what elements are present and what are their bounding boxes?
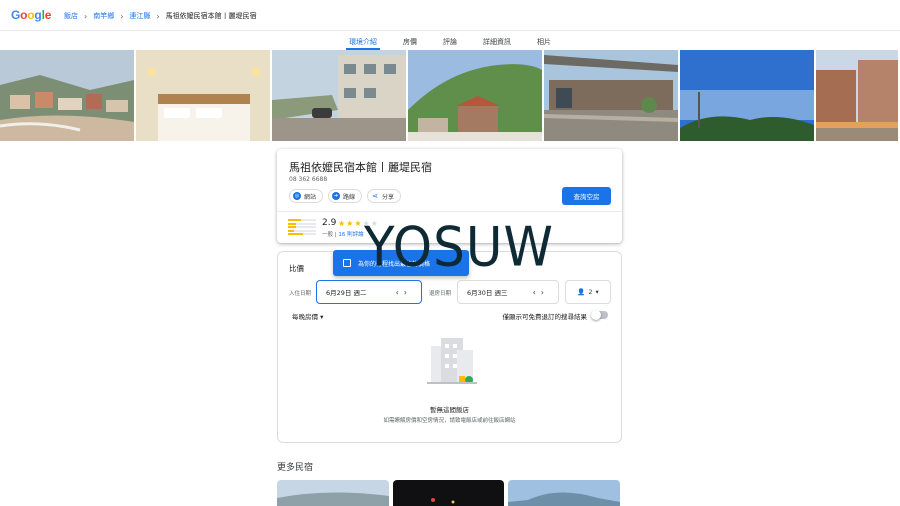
directions-label: 路線 xyxy=(343,193,356,201)
breadcrumb-township[interactable]: 南竿鄉 xyxy=(93,11,114,21)
chevron-right-icon: › xyxy=(84,11,88,21)
sort-label: 每晚房價 xyxy=(292,313,318,321)
breadcrumb-county[interactable]: 連江縣 xyxy=(129,11,150,21)
website-label: 網站 xyxy=(304,193,317,201)
more-section-title: 更多民宿 xyxy=(277,463,314,473)
checkin-value: 6月29日 週二 xyxy=(326,289,367,297)
directions-icon: ➔ xyxy=(332,192,341,200)
guest-count-selector[interactable]: 👤 2 ▾ xyxy=(565,280,611,304)
tab-prices[interactable]: 房價 xyxy=(390,31,430,50)
rating-distribution xyxy=(288,219,316,237)
tab-photos[interactable]: 相片 xyxy=(524,31,564,50)
rating-bar xyxy=(288,222,316,225)
star-icon: ★ xyxy=(338,219,347,228)
more-hotels-strip xyxy=(277,480,621,506)
website-button[interactable]: ◎ 網站 xyxy=(289,189,324,203)
share-label: 分享 xyxy=(382,193,395,201)
empty-subtitle: 如需瞭解房價和空房情況，請致電飯店或前往飯店網站 xyxy=(383,418,516,424)
tab-reviews[interactable]: 評論 xyxy=(430,31,470,50)
share-icon: ⋖ xyxy=(372,192,378,200)
checkout-label: 退房日期 xyxy=(429,291,452,297)
rating-bar-fill xyxy=(288,226,297,228)
date-nav-arrows-icon[interactable]: ‹› xyxy=(396,288,412,297)
breadcrumb-current: 馬祖依嬤民宿本館丨麗堤民宿 xyxy=(165,12,257,20)
date-nav-arrows-icon[interactable]: ‹› xyxy=(533,288,549,297)
rating-bar-fill xyxy=(288,222,297,225)
logo-letter: G xyxy=(11,8,21,22)
rating-value: 2.9 xyxy=(322,218,337,228)
checkin-label: 入住日期 xyxy=(289,291,312,297)
hotel-photo[interactable] xyxy=(272,50,406,141)
rating-label: 一般 xyxy=(322,232,334,238)
tab-details[interactable]: 詳細資訊 xyxy=(470,31,524,50)
watermark-text: YOSUW xyxy=(364,215,554,279)
logo-letter: e xyxy=(44,8,52,22)
chevron-right-icon: › xyxy=(120,11,124,21)
price-title: 比價 xyxy=(289,264,304,273)
free-cancel-label: 僅顯示可免費退訂的搜尋結果 xyxy=(502,313,588,321)
hotel-photo[interactable] xyxy=(816,50,898,141)
rating-bar-fill xyxy=(288,219,301,221)
more-hotel-card[interactable] xyxy=(392,480,505,506)
rating-bar-fill xyxy=(288,229,294,232)
logo-letter: g xyxy=(34,8,42,22)
action-chips: ◎ 網站 ➔ 路線 ⋖ 分享 xyxy=(289,189,402,203)
person-icon: 👤 xyxy=(577,288,586,296)
reviews-link[interactable]: 16 則評論 xyxy=(338,232,363,238)
more-hotel-card[interactable] xyxy=(277,480,389,506)
price-comparison-panel: 比價 為你的行程找出最佳的價格 入住日期 6月29日 週二 ‹› 退房日期 6月… xyxy=(277,250,622,443)
share-button[interactable]: ⋖ 分享 xyxy=(367,189,402,203)
empty-title: 暫無這間飯店 xyxy=(430,406,469,414)
directions-button[interactable]: ➔ 路線 xyxy=(328,189,363,203)
google-logo[interactable]: Google xyxy=(11,8,51,22)
free-cancel-toggle[interactable] xyxy=(591,310,608,320)
calendar-icon xyxy=(343,259,351,267)
checkout-value: 6月30日 週三 xyxy=(467,289,508,297)
tab-bar: 環境介紹 房價 評論 詳細資訊 相片 xyxy=(0,31,900,50)
sort-dropdown[interactable]: 每晚房價 ▾ xyxy=(292,311,323,321)
hotel-photo[interactable] xyxy=(408,50,542,141)
checkin-date-field[interactable]: 6月29日 週二 ‹› xyxy=(316,280,422,304)
hotel-phone[interactable]: 08 362 6688 xyxy=(289,176,327,183)
check-availability-button[interactable]: 查詢空房 xyxy=(562,187,611,205)
hotel-photo[interactable] xyxy=(0,50,134,141)
dropdown-arrow-icon: ▾ xyxy=(595,288,599,296)
breadcrumb: 飯店 › 南竿鄉 › 連江縣 › 馬祖依嬤民宿本館丨麗堤民宿 xyxy=(64,11,257,21)
rating-bar xyxy=(288,229,316,232)
rating-summary: 一般 | 16 則評論 xyxy=(322,232,364,238)
hotel-photo[interactable] xyxy=(136,50,270,141)
tab-overview[interactable]: 環境介紹 xyxy=(336,31,390,50)
hotel-name: 馬祖依嬤民宿本館丨麗堤民宿 xyxy=(289,161,432,174)
breadcrumb-hotels[interactable]: 飯店 xyxy=(64,11,78,21)
more-hotel-card[interactable] xyxy=(508,480,621,506)
divider xyxy=(277,211,622,212)
photo-strip xyxy=(0,50,900,141)
rating-bar-fill xyxy=(288,233,304,235)
hotel-photo[interactable] xyxy=(680,50,814,141)
rating-bar xyxy=(288,226,316,228)
hotel-photo[interactable] xyxy=(544,50,678,141)
guest-count: 2 xyxy=(588,288,593,296)
rating-bar xyxy=(288,219,316,221)
chevron-right-icon: › xyxy=(156,11,160,21)
top-bar: Google 飯店 › 南竿鄉 › 連江縣 › 馬祖依嬤民宿本館丨麗堤民宿 xyxy=(0,0,900,31)
empty-hotel-illustration xyxy=(427,338,477,384)
rating-bar xyxy=(288,233,316,235)
checkout-date-field[interactable]: 6月30日 週三 ‹› xyxy=(457,280,559,304)
dropdown-arrow-icon: ▾ xyxy=(320,313,324,321)
globe-icon: ◎ xyxy=(293,192,301,200)
star-icon: ★ xyxy=(354,219,363,228)
